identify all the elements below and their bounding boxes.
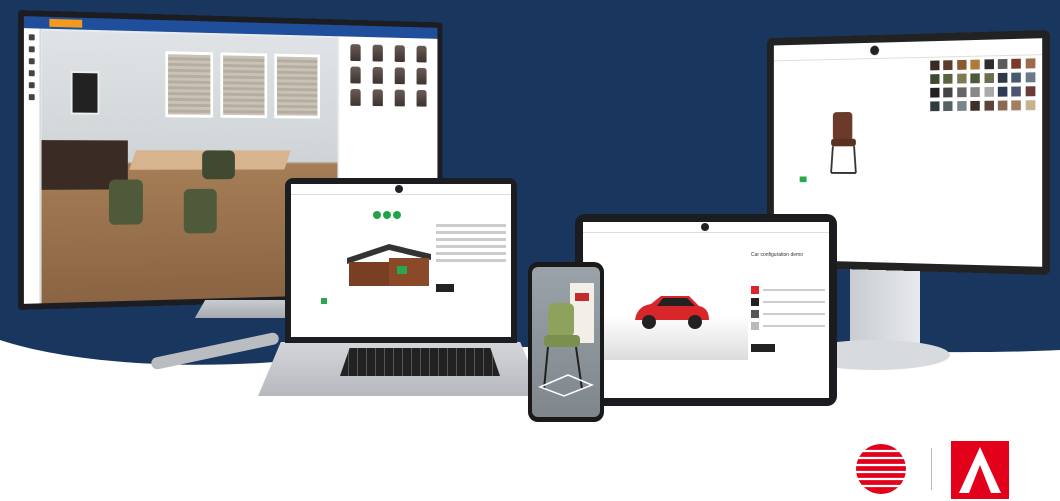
color-options (751, 282, 825, 352)
color-swatch[interactable] (930, 60, 940, 71)
leather-chair (826, 111, 861, 177)
red-mini-car (635, 296, 709, 329)
site-header (583, 222, 829, 233)
color-swatch[interactable] (956, 101, 967, 111)
catalog-chair[interactable] (350, 44, 361, 62)
color-option[interactable] (751, 298, 759, 306)
tool-icon[interactable] (28, 82, 35, 89)
tool-icon[interactable] (28, 58, 35, 65)
chair-catalog (339, 40, 437, 110)
ar-green-chair (538, 303, 594, 397)
window-blind (165, 51, 214, 118)
color-swatch[interactable] (956, 59, 967, 70)
green-badge (321, 298, 327, 304)
phone (528, 262, 604, 422)
a-design-award-logo (951, 441, 1009, 499)
color-swatch[interactable] (970, 100, 980, 111)
catalog-chair[interactable] (416, 45, 427, 63)
toolbar-orange-button[interactable] (49, 18, 83, 28)
monitor-stand (194, 300, 296, 318)
order-button[interactable] (751, 344, 775, 352)
catalog-chair[interactable] (350, 66, 361, 84)
catalog-chair[interactable] (394, 89, 405, 107)
site-logo (395, 185, 403, 193)
color-swatch[interactable] (930, 74, 940, 84)
color-swatch[interactable] (1011, 86, 1022, 97)
catalog-chair[interactable] (416, 67, 427, 85)
tool-icon[interactable] (28, 34, 35, 41)
green-badge (799, 176, 807, 183)
catalog-chair[interactable] (394, 67, 405, 85)
color-swatch[interactable] (930, 87, 940, 98)
step-dot[interactable] (393, 211, 401, 219)
step-indicators (373, 206, 403, 224)
laptop-keyboard (340, 348, 500, 376)
color-swatch[interactable] (997, 100, 1008, 111)
color-swatch[interactable] (984, 86, 994, 97)
color-option[interactable] (751, 286, 759, 294)
logo-separator (931, 448, 932, 490)
catalog-chair[interactable] (394, 45, 405, 63)
red-dot-logo (856, 444, 906, 494)
wall-picture (70, 70, 100, 115)
step-dot[interactable] (373, 211, 381, 219)
site-logo (870, 45, 880, 56)
site-header (291, 184, 511, 195)
color-swatch[interactable] (997, 72, 1008, 83)
color-swatch[interactable] (997, 58, 1008, 70)
garden-shed (347, 244, 431, 286)
color-swatch[interactable] (970, 59, 980, 70)
tool-sidebar (23, 28, 41, 304)
shed-configurator-screen (291, 184, 511, 337)
window-blind (274, 53, 321, 119)
color-option[interactable] (751, 310, 759, 318)
catalog-chair[interactable] (416, 89, 427, 107)
color-swatch[interactable] (1025, 72, 1036, 83)
color-swatch-grid (930, 58, 1036, 112)
color-option[interactable] (751, 322, 759, 330)
color-swatch[interactable] (956, 73, 967, 84)
catalog-chair[interactable] (372, 89, 383, 107)
color-swatch[interactable] (930, 101, 940, 112)
options-panel (436, 220, 506, 292)
catalog-chair[interactable] (372, 66, 383, 84)
order-button[interactable] (436, 284, 454, 292)
tool-icon[interactable] (28, 94, 35, 101)
tool-icon[interactable] (28, 46, 35, 53)
green-chair (108, 179, 143, 225)
color-swatch[interactable] (1025, 86, 1036, 97)
window-blind (220, 52, 268, 119)
color-swatch[interactable] (943, 101, 953, 112)
color-swatch[interactable] (984, 73, 994, 84)
color-swatch[interactable] (1025, 100, 1036, 111)
site-header (773, 38, 1043, 62)
ar-camera-view[interactable] (532, 267, 600, 417)
tablet: Car configuration demo (575, 214, 837, 406)
tool-icon[interactable] (28, 70, 35, 77)
catalog-chair[interactable] (372, 44, 383, 62)
color-swatch[interactable] (970, 73, 980, 84)
color-swatch[interactable] (1011, 72, 1022, 83)
color-swatch[interactable] (997, 86, 1008, 97)
color-swatch[interactable] (943, 73, 953, 84)
color-swatch[interactable] (943, 87, 953, 98)
color-swatch[interactable] (984, 100, 994, 111)
car-configurator-screen: Car configuration demo (583, 222, 829, 398)
color-swatch[interactable] (1011, 58, 1022, 69)
step-dot[interactable] (383, 211, 391, 219)
laptop (285, 178, 517, 343)
color-swatch[interactable] (984, 59, 994, 70)
color-swatch[interactable] (970, 87, 980, 98)
color-swatch[interactable] (1025, 58, 1036, 69)
catalog-chair[interactable] (350, 88, 361, 106)
site-logo (701, 223, 709, 231)
color-swatch[interactable] (956, 87, 967, 98)
green-chair (183, 188, 217, 234)
green-chair (202, 150, 235, 180)
color-swatch[interactable] (1011, 100, 1022, 111)
color-swatch[interactable] (943, 60, 953, 71)
configurator-title: Car configuration demo (751, 252, 803, 258)
